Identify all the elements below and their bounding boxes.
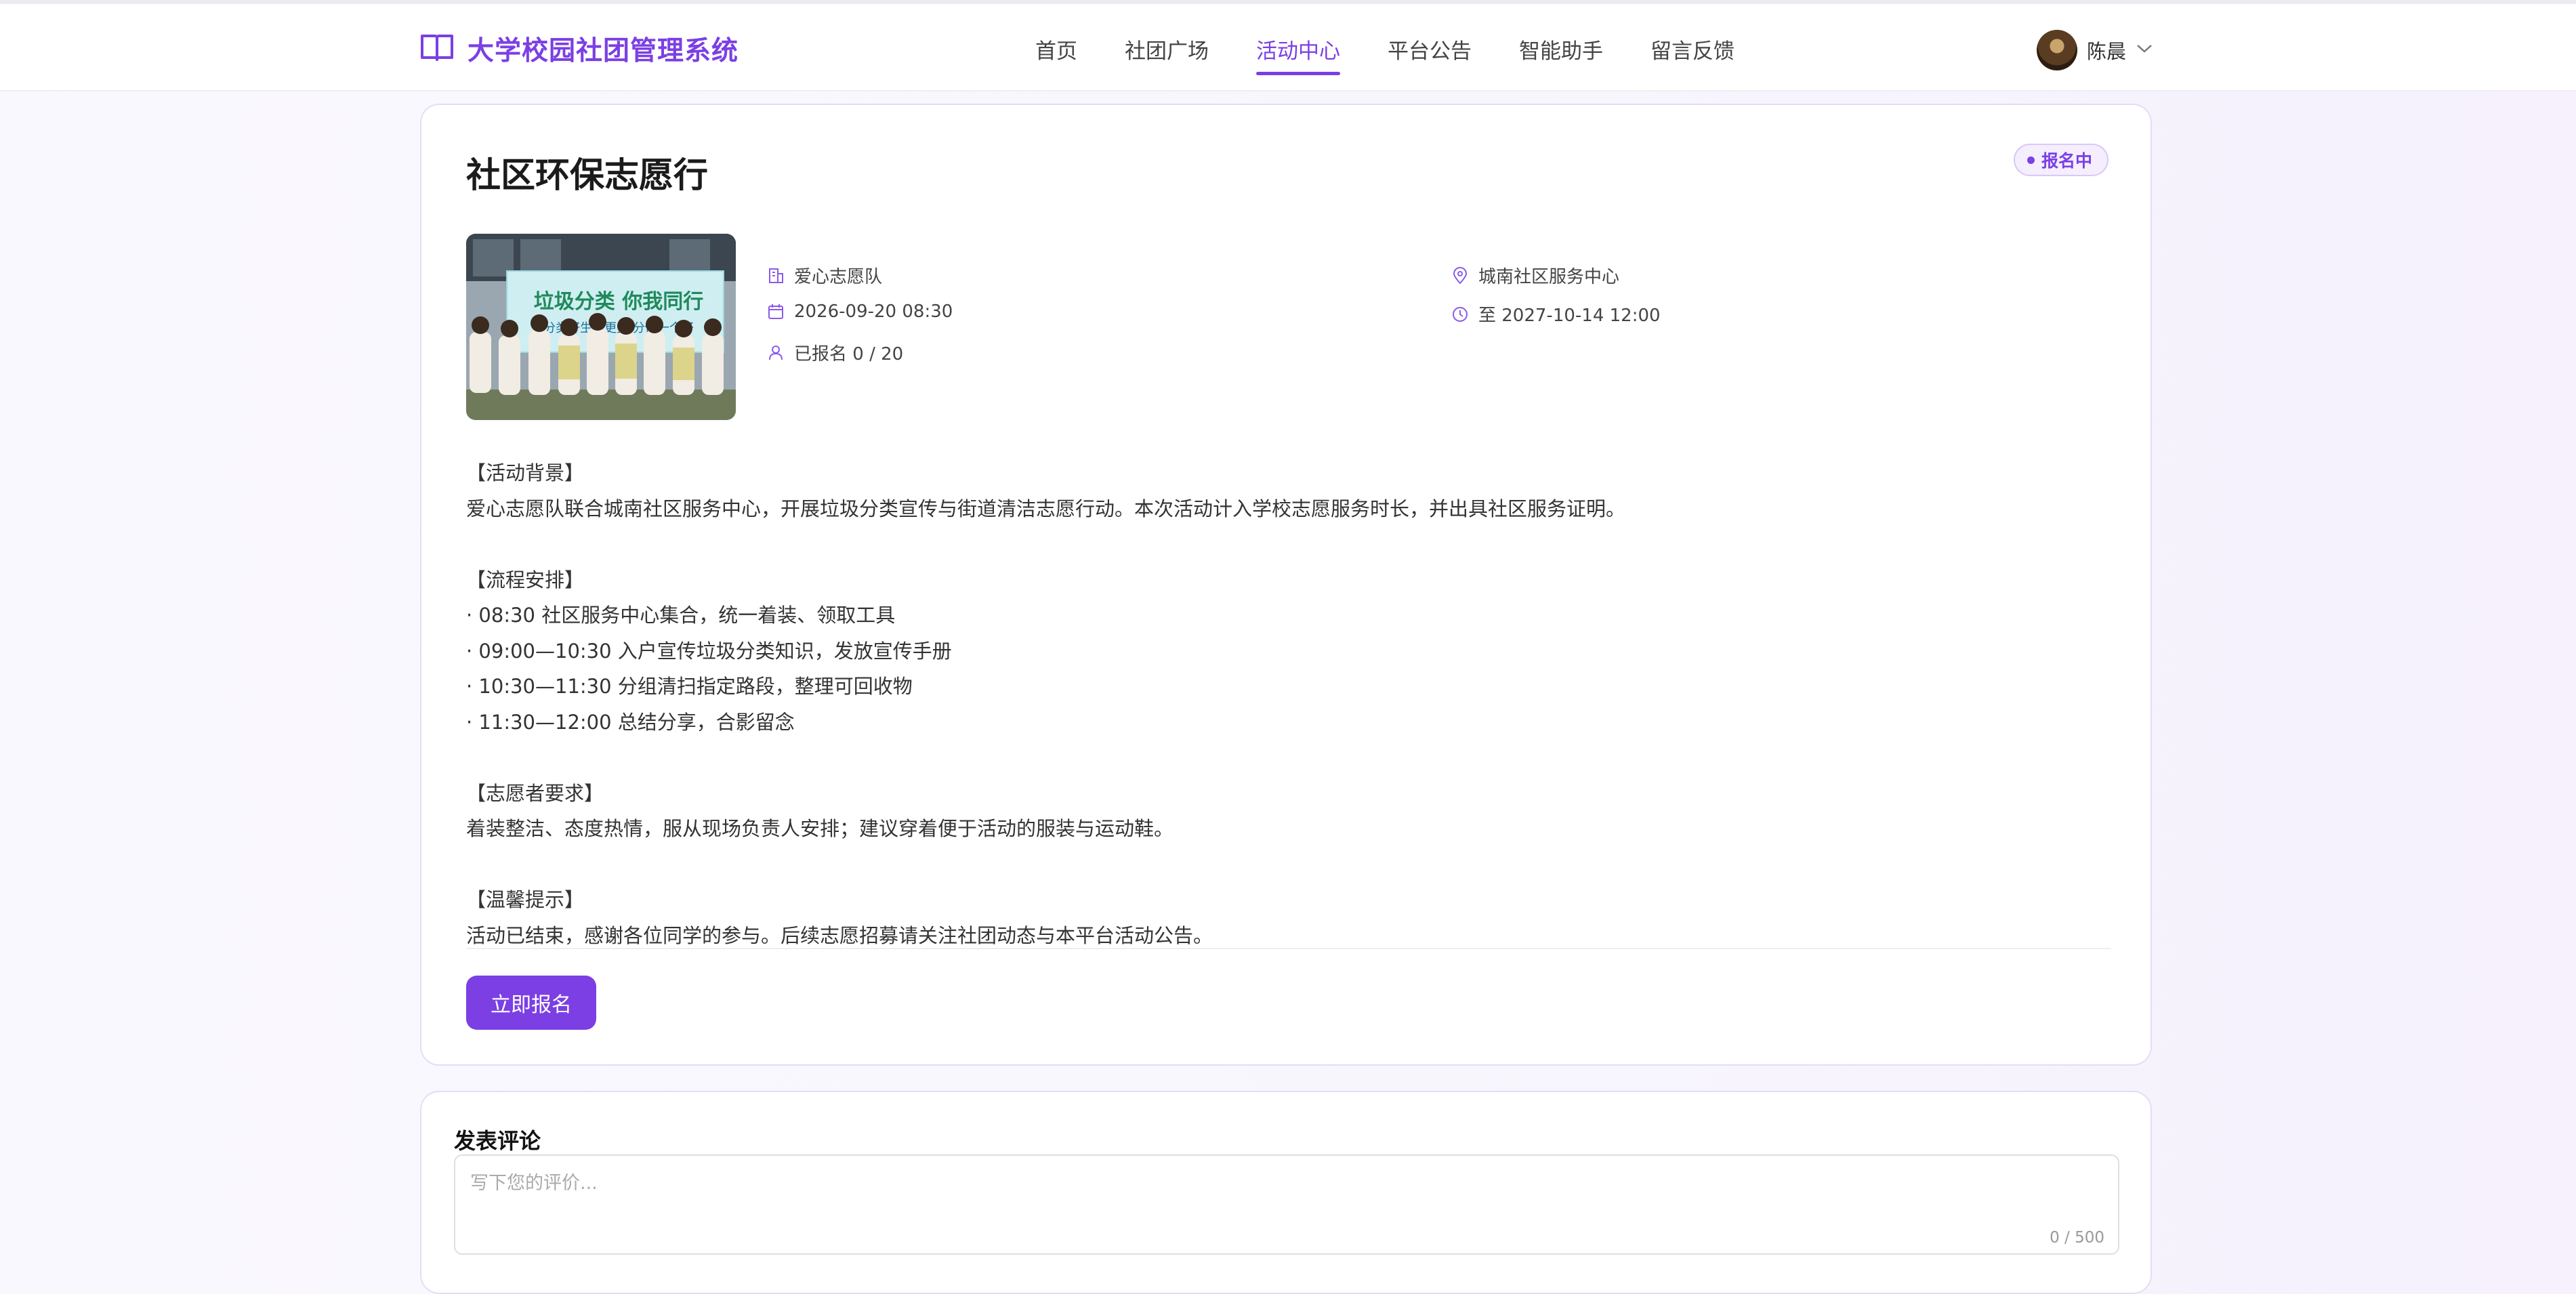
comment-input[interactable] [454, 1154, 2119, 1255]
comment-title: 发表评论 [454, 1128, 541, 1154]
club-name: 爱心志愿队 [794, 267, 883, 287]
avatar[interactable] [2037, 30, 2077, 70]
calendar-icon [767, 303, 785, 320]
status-text: 报名中 [2041, 151, 2092, 171]
desc-line: 爱心志愿队联合城南社区服务中心，开展垃圾分类宣传与街道清洁志愿行动。本次活动计入… [466, 497, 1626, 520]
meta-end-time: 至 2027-10-14 12:00 [1451, 301, 1661, 327]
building-icon [767, 267, 785, 285]
meta-start-time: 2026-09-20 08:30 [767, 301, 953, 322]
nav-announcements[interactable]: 平台公告 [1388, 34, 1472, 75]
book-icon [420, 33, 454, 65]
top-navigation-bar: 大学校园社团管理系统 首页 社团广场 活动中心 平台公告 智能助手 留言反馈 陈… [0, 0, 2576, 91]
activity-description: 【活动背景】 爱心志愿队联合城南社区服务中心，开展垃圾分类宣传与街道清洁志愿行动… [466, 455, 2092, 953]
nav-activity-center[interactable]: 活动中心 [1256, 34, 1340, 75]
desc-line: · 11:30—12:00 总结分享，合影留念 [466, 710, 795, 734]
start-time: 2026-09-20 08:30 [794, 301, 953, 322]
meta-club: 爱心志愿队 [767, 263, 882, 288]
meta-enrolled: 已报名 0 / 20 [767, 340, 903, 365]
nav-feedback[interactable]: 留言反馈 [1650, 34, 1734, 75]
location-pin-icon [1451, 266, 1469, 285]
meta-location: 城南社区服务中心 [1451, 263, 1619, 288]
brand[interactable]: 大学校园社团管理系统 [420, 30, 739, 68]
desc-line [466, 526, 2092, 562]
status-dot-icon [2027, 156, 2035, 164]
nav-club-square[interactable]: 社团广场 [1125, 34, 1209, 75]
desc-line: · 10:30—11:30 分组清扫指定路段，整理可回收物 [466, 675, 913, 698]
register-button[interactable]: 立即报名 [466, 976, 596, 1030]
activity-title: 社区环保志愿行 [466, 156, 709, 196]
desc-line: 【温馨提示】 [466, 888, 585, 911]
main-nav: 首页 社团广场 活动中心 平台公告 智能助手 留言反馈 [1035, 34, 1782, 75]
nav-ai-assistant[interactable]: 智能助手 [1519, 34, 1603, 75]
user-name: 陈晨 [2087, 40, 2127, 63]
divider [466, 948, 2111, 949]
enrolled-count: 已报名 0 / 20 [794, 344, 904, 364]
clock-icon [1451, 306, 1469, 323]
brand-title: 大学校园社团管理系统 [468, 36, 739, 66]
desc-line [466, 740, 2092, 776]
activity-detail-card: 社区环保志愿行 报名中 垃圾分类 你我同行 分类好生活更美 分你一个好 爱心志愿… [420, 104, 2152, 1066]
status-badge: 报名中 [2013, 144, 2108, 176]
location: 城南社区服务中心 [1478, 267, 1620, 287]
photo-banner-line1: 垃圾分类 你我同行 [534, 290, 703, 314]
desc-line: · 09:00—10:30 入户宣传垃圾分类知识，发放宣传手册 [466, 639, 952, 663]
char-counter: 0 / 500 [2050, 1229, 2104, 1247]
comment-card: 发表评论 0 / 500 [420, 1091, 2152, 1294]
desc-line: 【活动背景】 [466, 461, 585, 484]
nav-home[interactable]: 首页 [1035, 34, 1077, 75]
desc-line: 【流程安排】 [466, 568, 585, 591]
desc-line: · 08:30 社区服务中心集合，统一着装、领取工具 [466, 604, 896, 627]
activity-photo: 垃圾分类 你我同行 分类好生活更美 分你一个好 [466, 234, 736, 420]
desc-line [466, 847, 2092, 883]
chevron-down-icon [2136, 43, 2153, 58]
user-icon [767, 344, 785, 362]
desc-line: 着装整洁、态度热情，服从现场负责人安排；建议穿着便于活动的服装与运动鞋。 [466, 817, 1174, 840]
user-menu[interactable]: 陈晨 [2037, 30, 2153, 70]
desc-line: 【志愿者要求】 [466, 781, 604, 805]
end-time: 至 2027-10-14 12:00 [1478, 306, 1661, 326]
